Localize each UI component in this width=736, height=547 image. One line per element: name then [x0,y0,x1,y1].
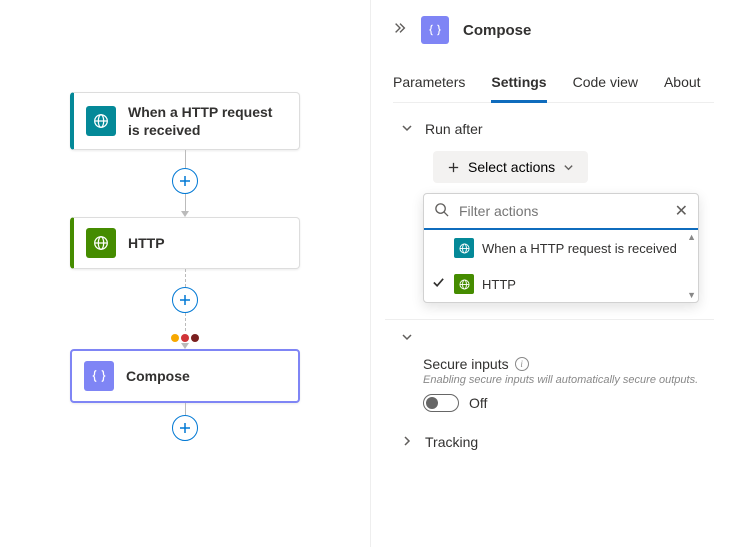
toggle-state-label: Off [469,395,487,411]
status-dots [171,334,199,342]
tab-codeview[interactable]: Code view [573,68,638,102]
secure-inputs-toggle[interactable] [423,394,459,412]
node-compose[interactable]: Compose [70,349,300,403]
add-step-button[interactable] [172,168,198,194]
tab-settings[interactable]: Settings [491,68,546,103]
collapse-panel-icon[interactable] [393,21,407,39]
node-trigger[interactable]: When a HTTP request is received [70,92,300,150]
section-divider [385,319,714,320]
secure-inputs-label: Secure inputs [423,356,509,372]
node-http[interactable]: HTTP [70,217,300,269]
connector [171,269,199,349]
workflow-canvas: When a HTTP request is received HTTP Com… [0,0,370,547]
tab-about[interactable]: About [664,68,701,102]
section-title: Run after [425,121,483,137]
check-icon [432,276,445,292]
section-run-after: Run after Select actions ✕ ▲ [393,121,714,303]
braces-icon [421,16,449,44]
braces-icon [84,361,114,391]
action-option[interactable]: HTTP [424,266,698,302]
add-step-button[interactable] [172,415,198,441]
panel-title: Compose [463,22,531,39]
search-icon [434,202,449,220]
connector [172,403,198,441]
section-tracking: Tracking [393,434,714,450]
actions-dropdown: ✕ ▲ When a HTTP request is received [423,193,699,303]
node-label: Compose [126,367,190,385]
action-option[interactable]: When a HTTP request is received [424,230,698,266]
section-header-hidden[interactable]: . [401,330,714,346]
chevron-down-icon [563,162,574,173]
node-label: When a HTTP request is received [128,103,287,139]
section-title: Tracking [425,434,478,450]
action-option-label: When a HTTP request is received [482,241,677,256]
details-panel: Compose Parameters Settings Code view Ab… [370,0,736,547]
globe-icon [86,228,116,258]
actions-list: ▲ When a HTTP request is received HTTP [424,230,698,302]
chevron-right-icon [401,435,415,450]
globe-icon [454,274,474,294]
filter-actions-input[interactable] [457,202,667,220]
chevron-down-icon [401,331,415,346]
section-secure-inputs: . Secure inputs i Enabling secure inputs… [393,330,714,412]
tab-parameters[interactable]: Parameters [393,68,465,102]
chevron-down-icon [401,122,415,137]
scroll-up-icon[interactable]: ▲ [687,232,696,242]
scroll-down-icon[interactable]: ▼ [687,290,696,300]
node-label: HTTP [128,234,165,252]
globe-icon [454,238,474,258]
section-header-tracking[interactable]: Tracking [401,434,714,450]
select-actions-label: Select actions [468,159,555,175]
info-icon[interactable]: i [515,357,529,371]
add-step-button[interactable] [172,287,198,313]
section-header-run-after[interactable]: Run after [401,121,714,137]
secure-inputs-description: Enabling secure inputs will automaticall… [423,374,714,386]
action-option-label: HTTP [482,277,516,292]
connector [172,150,198,217]
select-actions-button[interactable]: Select actions [433,151,588,183]
tabs: Parameters Settings Code view About [393,68,714,103]
clear-filter-icon[interactable]: ✕ [675,201,688,221]
globe-icon [86,106,116,136]
